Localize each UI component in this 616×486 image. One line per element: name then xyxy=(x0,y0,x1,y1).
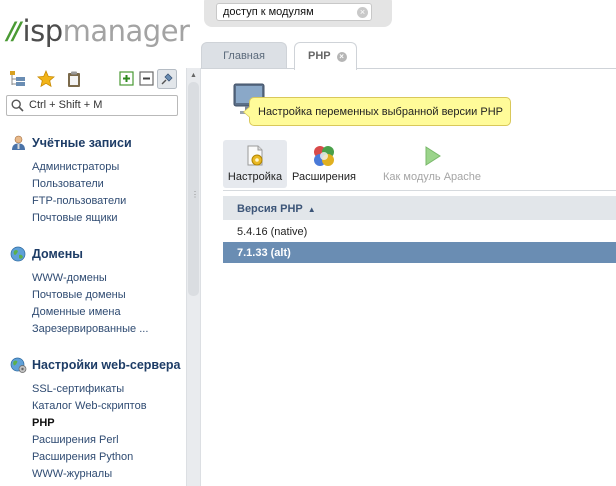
sidebar-item-perl[interactable]: Расширения Perl xyxy=(32,434,119,446)
column-header-label: Версия PHP xyxy=(237,203,303,215)
clipboard-icon[interactable] xyxy=(65,70,83,88)
tooltip-arrow-fill xyxy=(244,107,250,117)
globe-gear-icon xyxy=(10,357,27,373)
table-row[interactable]: 5.4.16 (native) xyxy=(223,221,616,242)
column-header-php-version[interactable]: Версия PHP ▲ xyxy=(223,196,616,220)
expand-all-icon[interactable] xyxy=(118,70,136,88)
sidebar-item-www-domains[interactable]: WWW-домены xyxy=(32,272,107,284)
scroll-up-arrow-icon[interactable]: ▲ xyxy=(190,72,197,79)
tab-php[interactable]: PHP × xyxy=(294,42,357,70)
section-title: Настройки web-сервера xyxy=(32,358,181,372)
section-title: Учётные записи xyxy=(32,136,132,150)
sidebar-item-www-logs[interactable]: WWW-журналы xyxy=(32,468,112,480)
document-gear-icon xyxy=(247,145,263,166)
toolbar-divider xyxy=(223,190,616,191)
table-row-selected[interactable]: 7.1.33 (alt) xyxy=(223,242,616,263)
global-search-input[interactable]: доступ к модулям xyxy=(216,3,372,21)
ispmanager-logo[interactable]: // isp manager xyxy=(7,14,190,48)
sidebar-item-users[interactable]: Пользователи xyxy=(32,178,104,190)
sidebar-item-web-scripts[interactable]: Каталог Web-скриптов xyxy=(32,400,147,412)
sidebar-item-mailboxes[interactable]: Почтовые ящики xyxy=(32,212,118,224)
section-domains[interactable]: Домены xyxy=(10,246,83,262)
sidebar-scrollbar[interactable] xyxy=(188,82,199,296)
sidebar-toolbar xyxy=(0,68,186,94)
favorites-star-icon[interactable] xyxy=(37,70,55,88)
collapse-all-icon[interactable] xyxy=(138,70,156,88)
section-accounts[interactable]: Учётные записи xyxy=(10,135,132,151)
sort-ascending-icon: ▲ xyxy=(307,205,316,214)
splitter-grip-icon[interactable]: ⋮ xyxy=(191,190,199,199)
sidebar-item-ssl[interactable]: SSL-сертификаты xyxy=(32,383,124,395)
extensions-puzzle-icon xyxy=(314,146,334,166)
sidebar-item-reserved[interactable]: Зарезервированные ... xyxy=(32,323,148,335)
sidebar-item-domain-names[interactable]: Доменные имена xyxy=(32,306,121,318)
globe-icon xyxy=(10,246,26,262)
pin-icon[interactable] xyxy=(157,69,177,89)
main-content xyxy=(201,69,616,486)
settings-button[interactable]: Настройка xyxy=(223,140,287,188)
apache-module-button[interactable]: Как модуль Apache xyxy=(378,140,486,188)
sidebar-item-python[interactable]: Расширения Python xyxy=(32,451,133,463)
search-icon xyxy=(11,99,24,112)
tooltip: Настройка переменных выбранной версии PH… xyxy=(249,97,511,126)
tab-main-label: Главная xyxy=(223,50,265,62)
section-title: Домены xyxy=(32,247,83,261)
tree-view-icon[interactable] xyxy=(9,70,27,88)
sidebar: Ctrl + Shift + M Учётные записи Админист… xyxy=(0,68,186,486)
tab-php-label: PHP xyxy=(308,50,331,62)
logo-suffix: manager xyxy=(62,14,190,48)
logo-mark: // xyxy=(7,17,21,45)
extensions-button[interactable]: Расширения xyxy=(289,140,359,188)
sidebar-item-ftp-users[interactable]: FTP-пользователи xyxy=(32,195,126,207)
user-icon xyxy=(12,135,25,150)
sidebar-item-php[interactable]: PHP xyxy=(32,417,55,429)
sidebar-item-mail-domains[interactable]: Почтовые домены xyxy=(32,289,126,301)
clear-search-icon[interactable]: × xyxy=(357,7,368,18)
play-icon xyxy=(425,146,441,166)
extensions-button-label: Расширения xyxy=(292,171,356,183)
logo-prefix: isp xyxy=(22,14,64,48)
settings-button-label: Настройка xyxy=(227,171,283,183)
apache-module-button-label: Как модуль Apache xyxy=(382,171,482,183)
sidebar-item-administrators[interactable]: Администраторы xyxy=(32,161,119,173)
tab-main[interactable]: Главная xyxy=(201,42,287,69)
sidebar-search-input[interactable]: Ctrl + Shift + M xyxy=(6,95,178,116)
close-tab-icon[interactable]: × xyxy=(336,52,347,62)
section-web-server-settings[interactable]: Настройки web-сервера xyxy=(10,357,181,373)
